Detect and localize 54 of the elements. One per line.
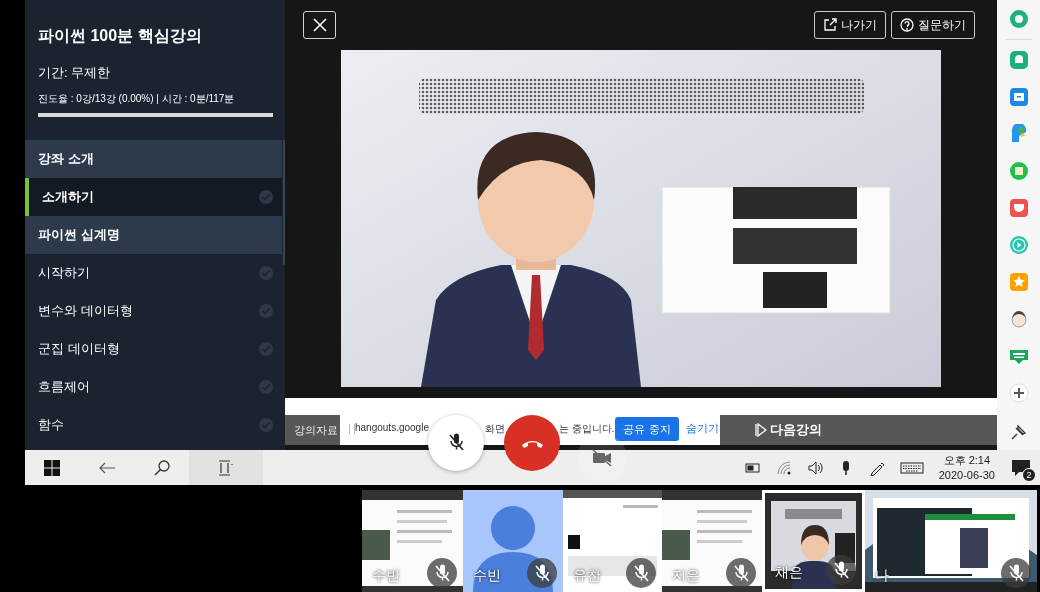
banner-text: hangouts.google	[355, 422, 429, 433]
phone-icon	[521, 438, 543, 448]
section-header[interactable]: 강좌 소개	[25, 140, 282, 178]
participant-name: 수빈	[372, 567, 400, 585]
add-icon[interactable]	[1008, 383, 1029, 403]
external-link-icon	[823, 18, 837, 32]
lesson-item[interactable]: 변수와 데이터형	[25, 292, 282, 330]
box-app-icon[interactable]	[1008, 87, 1029, 107]
keyboard-icon[interactable]	[899, 459, 924, 476]
question-icon	[900, 18, 914, 32]
stop-sharing-button[interactable]: 공유 중지	[615, 417, 679, 441]
period-text: 기간: 무제한	[38, 64, 112, 82]
video-tile[interactable]: 유찬	[563, 490, 662, 592]
lesson-item[interactable]: 함수	[25, 406, 282, 434]
video-tile[interactable]: 수빈	[362, 490, 463, 592]
search-icon[interactable]	[154, 459, 170, 476]
materials-text: 강의자료	[294, 422, 338, 438]
lesson-item[interactable]: 소개하기	[25, 178, 282, 216]
exit-button[interactable]: 나가기	[814, 11, 886, 39]
drag-handle[interactable]	[349, 424, 355, 434]
next-lecture-button[interactable]: 다음강의	[755, 421, 822, 439]
close-icon	[311, 17, 328, 33]
section-header[interactable]: 파이썬 십계명	[25, 216, 282, 254]
video-tile[interactable]: 지은	[662, 490, 762, 592]
scrollbar[interactable]	[283, 140, 285, 265]
question-button[interactable]: 질문하기	[891, 11, 975, 39]
close-button[interactable]	[303, 11, 336, 39]
camera-off-icon	[592, 449, 612, 467]
volume-icon[interactable]	[806, 459, 823, 476]
banner-text: 는 중입니다.	[559, 422, 615, 436]
progress-text: 진도율 : 0강/13강 (0.00%) | 시간 : 0분/117분	[38, 92, 236, 106]
cartoon-app-icon[interactable]	[1008, 309, 1029, 329]
video-tile[interactable]: 수빈	[463, 490, 563, 592]
course-title: 파이썬 100분 핵심강의	[38, 26, 203, 46]
skip-next-icon	[755, 423, 767, 437]
participant-name: 수빈	[473, 567, 501, 585]
star-app-icon[interactable]	[1008, 272, 1029, 292]
bell-app-icon[interactable]	[1008, 50, 1029, 70]
lesson-item[interactable]: 군집 데이터형	[25, 330, 282, 368]
task-view-icon[interactable]	[218, 459, 234, 476]
lesson-item[interactable]: 흐름제어	[25, 368, 282, 406]
participant-name: 유찬	[573, 567, 601, 585]
video-tile[interactable]: 나	[865, 490, 1037, 592]
banner-text: 화면	[485, 422, 505, 436]
participant-name: 지은	[672, 567, 700, 585]
lesson-item[interactable]: 시작하기	[25, 254, 282, 292]
pocket-app-icon[interactable]	[1008, 198, 1029, 218]
wifi-icon[interactable]	[775, 459, 792, 476]
ring-app-icon[interactable]	[1008, 9, 1029, 29]
clock-time: 오후 2:14	[943, 452, 991, 468]
clock-date: 2020-06-30	[938, 467, 995, 483]
hide-link[interactable]: 숨기기	[686, 421, 719, 436]
windows-icon[interactable]	[44, 459, 60, 476]
participant-name: 나	[875, 567, 889, 585]
